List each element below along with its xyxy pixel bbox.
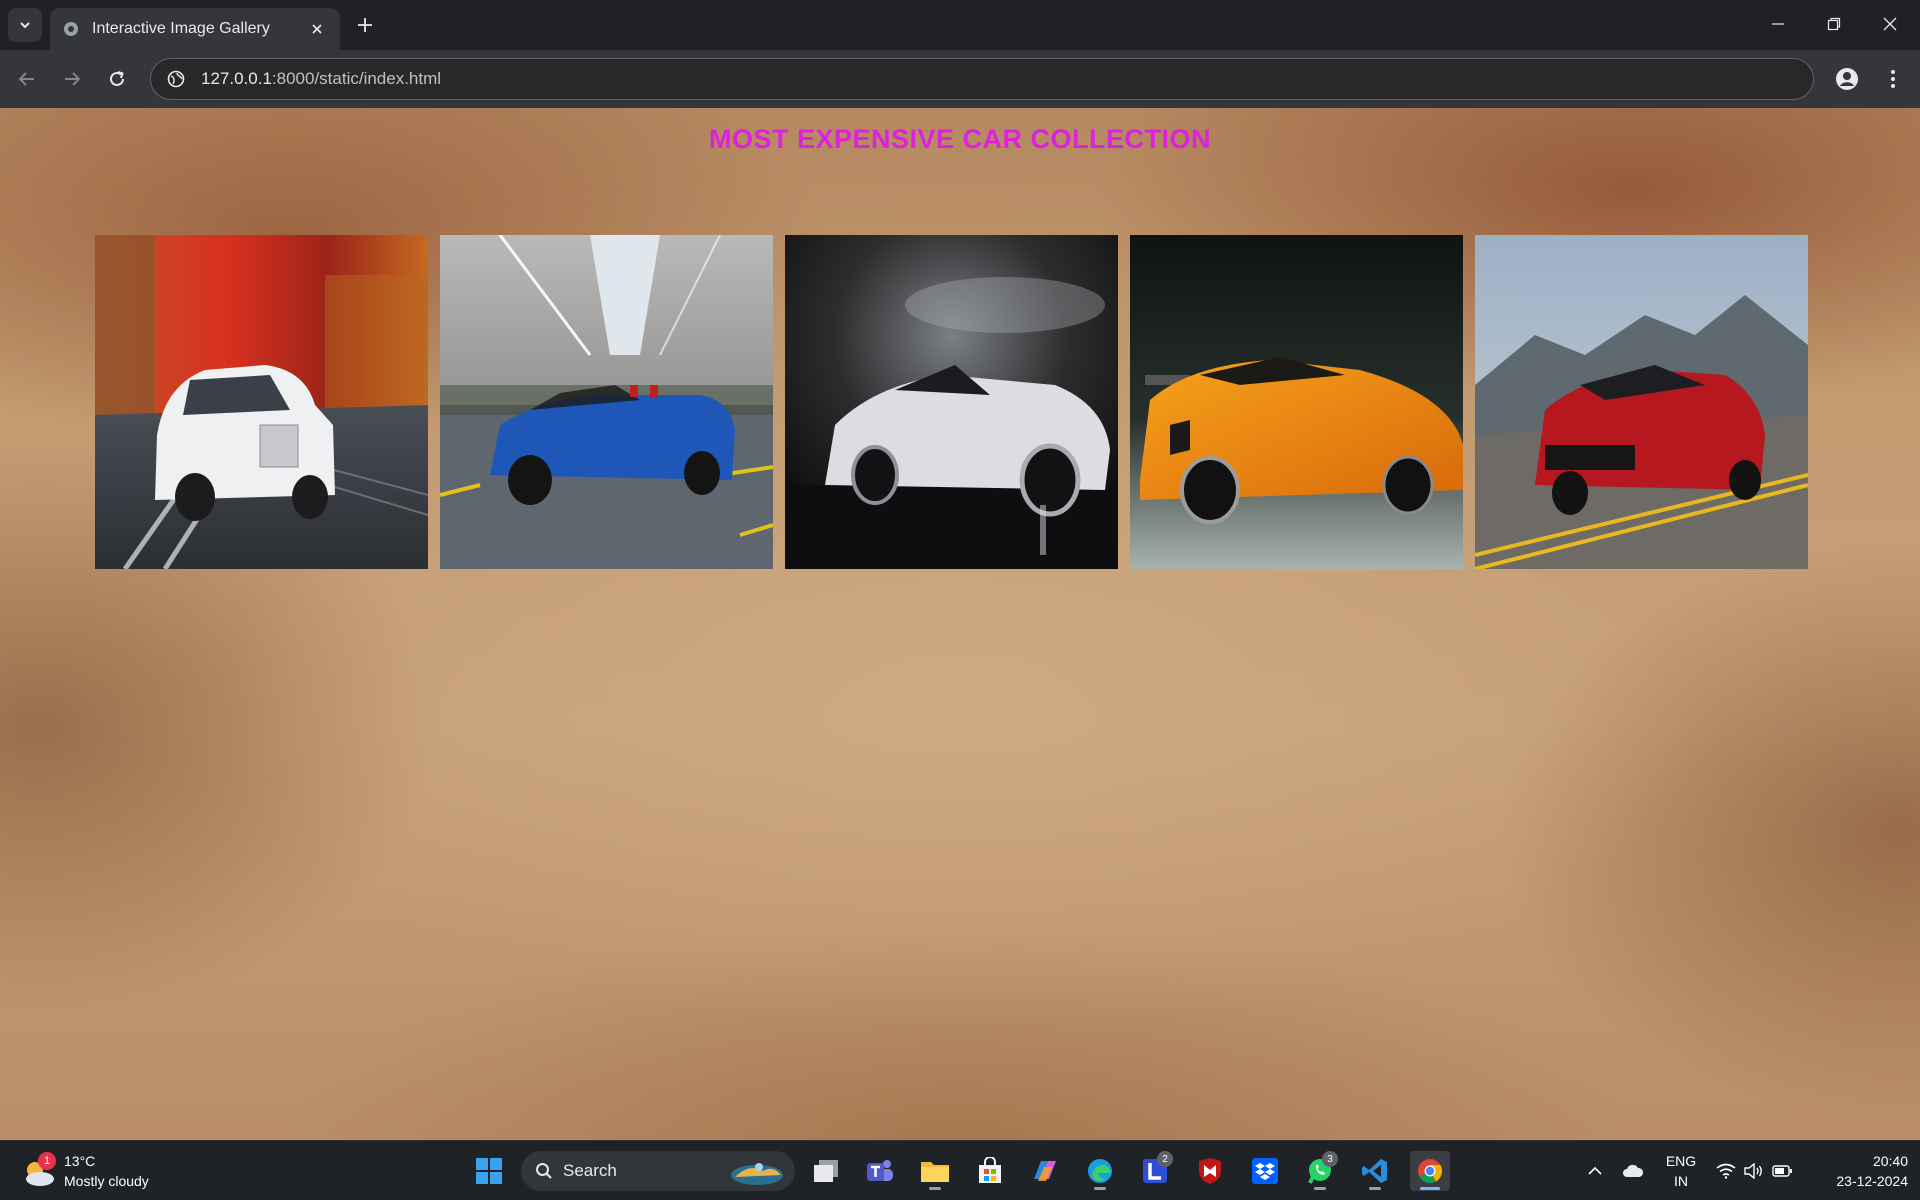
store-icon [979,1157,1001,1183]
new-tab-button[interactable] [352,12,378,38]
close-tab-icon[interactable] [306,18,328,40]
running-indicator [929,1187,941,1190]
file-explorer-app[interactable] [915,1151,955,1191]
battery-icon [1772,1165,1792,1177]
arrow-left-icon [18,72,34,86]
quick-settings[interactable] [1714,1141,1794,1200]
running-indicator [1314,1187,1326,1190]
browser-tab[interactable]: Interactive Image Gallery [50,8,340,50]
teams-icon [867,1160,893,1181]
menu-button[interactable] [1876,62,1910,96]
show-hidden-icons-button[interactable] [1580,1141,1610,1200]
url-host: 127.0.0.1 [201,69,272,88]
launcher-badge: 2 [1157,1151,1173,1167]
minimize-icon [1772,23,1784,25]
chrome-icon [1418,1159,1443,1184]
cloudy-weather-icon: 1 [20,1152,58,1190]
gallery-image-3[interactable] [785,235,1118,569]
language-code: ENG [1665,1153,1697,1169]
wifi-icon [1716,1163,1736,1179]
volume-icon [1744,1163,1762,1179]
onedrive-tray[interactable] [1618,1141,1648,1200]
plus-icon [358,18,372,32]
more-vert-icon [1891,70,1895,88]
back-button[interactable] [10,62,44,96]
running-indicator [1094,1187,1106,1190]
taskbar: 1 13°C Mostly cloudy Search 2 3 ENG IN 2… [0,1140,1920,1200]
gallery-image-1[interactable] [95,235,428,569]
task-view-icon [814,1160,838,1182]
task-view-button[interactable] [806,1151,846,1191]
url-path: :8000/static/index.html [271,69,442,88]
reload-button[interactable] [100,62,134,96]
folder-icon [921,1162,949,1182]
clock-time: 20:40 [1872,1153,1908,1169]
microsoft-store-app[interactable] [970,1151,1010,1191]
arrow-right-icon [65,72,81,86]
reload-icon [110,71,124,86]
dropbox-icon [1252,1158,1278,1184]
tab-search-button[interactable] [8,8,42,42]
clock-date: 23-12-2024 [1836,1173,1908,1189]
profile-button[interactable] [1830,62,1864,96]
search-label: Search [563,1161,617,1180]
site-info-icon[interactable] [165,68,187,90]
profile-icon [1836,68,1858,90]
region-code: IN [1674,1173,1688,1189]
search-icon [536,1163,552,1179]
weather-condition: Mostly cloudy [64,1173,149,1189]
chrome-app[interactable] [1410,1151,1450,1191]
teams-app[interactable] [860,1151,900,1191]
tab-strip: Interactive Image Gallery [0,0,1920,50]
dropbox-app[interactable] [1245,1151,1285,1191]
copilot-app[interactable] [1025,1151,1065,1191]
image-gallery [95,235,1813,569]
gallery-image-4[interactable] [1130,235,1463,569]
page-content: MOST EXPENSIVE CAR COLLECTION [0,108,1920,1140]
weather-temperature: 13°C [64,1153,96,1169]
close-window-button[interactable] [1862,0,1918,48]
mcafee-app[interactable] [1190,1151,1230,1191]
taskbar-search[interactable]: Search [521,1151,795,1191]
globe-icon [62,20,80,38]
running-indicator [1420,1187,1440,1190]
whatsapp-badge: 3 [1322,1151,1338,1167]
launcher-app[interactable]: 2 [1135,1151,1175,1191]
running-indicator [1369,1187,1381,1190]
address-bar[interactable]: 127.0.0.1:8000/static/index.html [150,58,1814,100]
edge-app[interactable] [1080,1151,1120,1191]
edge-icon [1088,1159,1112,1183]
search-highlight-icon [731,1163,783,1185]
weather-widget[interactable]: 1 13°C Mostly cloudy [20,1149,180,1193]
clock[interactable]: 20:40 23-12-2024 [1808,1141,1908,1200]
gallery-image-2[interactable] [440,235,773,569]
windows-icon [476,1158,502,1184]
restore-icon [1827,17,1841,31]
vscode-icon [1362,1159,1387,1183]
shield-icon [1199,1158,1221,1184]
browser-toolbar: 127.0.0.1:8000/static/index.html [0,50,1920,108]
tab-title: Interactive Image Gallery [92,20,270,37]
minimize-button[interactable] [1750,0,1806,48]
close-icon [1883,17,1897,31]
weather-badge: 1 [38,1152,56,1170]
gallery-image-5[interactable] [1475,235,1808,569]
language-indicator[interactable]: ENG IN [1660,1141,1702,1200]
cloud-icon [1623,1164,1644,1177]
whatsapp-app[interactable]: 3 [1300,1151,1340,1191]
chevron-down-icon [20,22,30,29]
forward-button[interactable] [55,62,89,96]
page-title: MOST EXPENSIVE CAR COLLECTION [708,124,1212,154]
copilot-icon [1034,1161,1056,1181]
restore-button[interactable] [1806,0,1862,48]
start-button[interactable] [469,1151,509,1191]
vscode-app[interactable] [1355,1151,1395,1191]
chevron-up-icon [1588,1166,1602,1175]
url-text: 127.0.0.1:8000/static/index.html [201,69,441,89]
